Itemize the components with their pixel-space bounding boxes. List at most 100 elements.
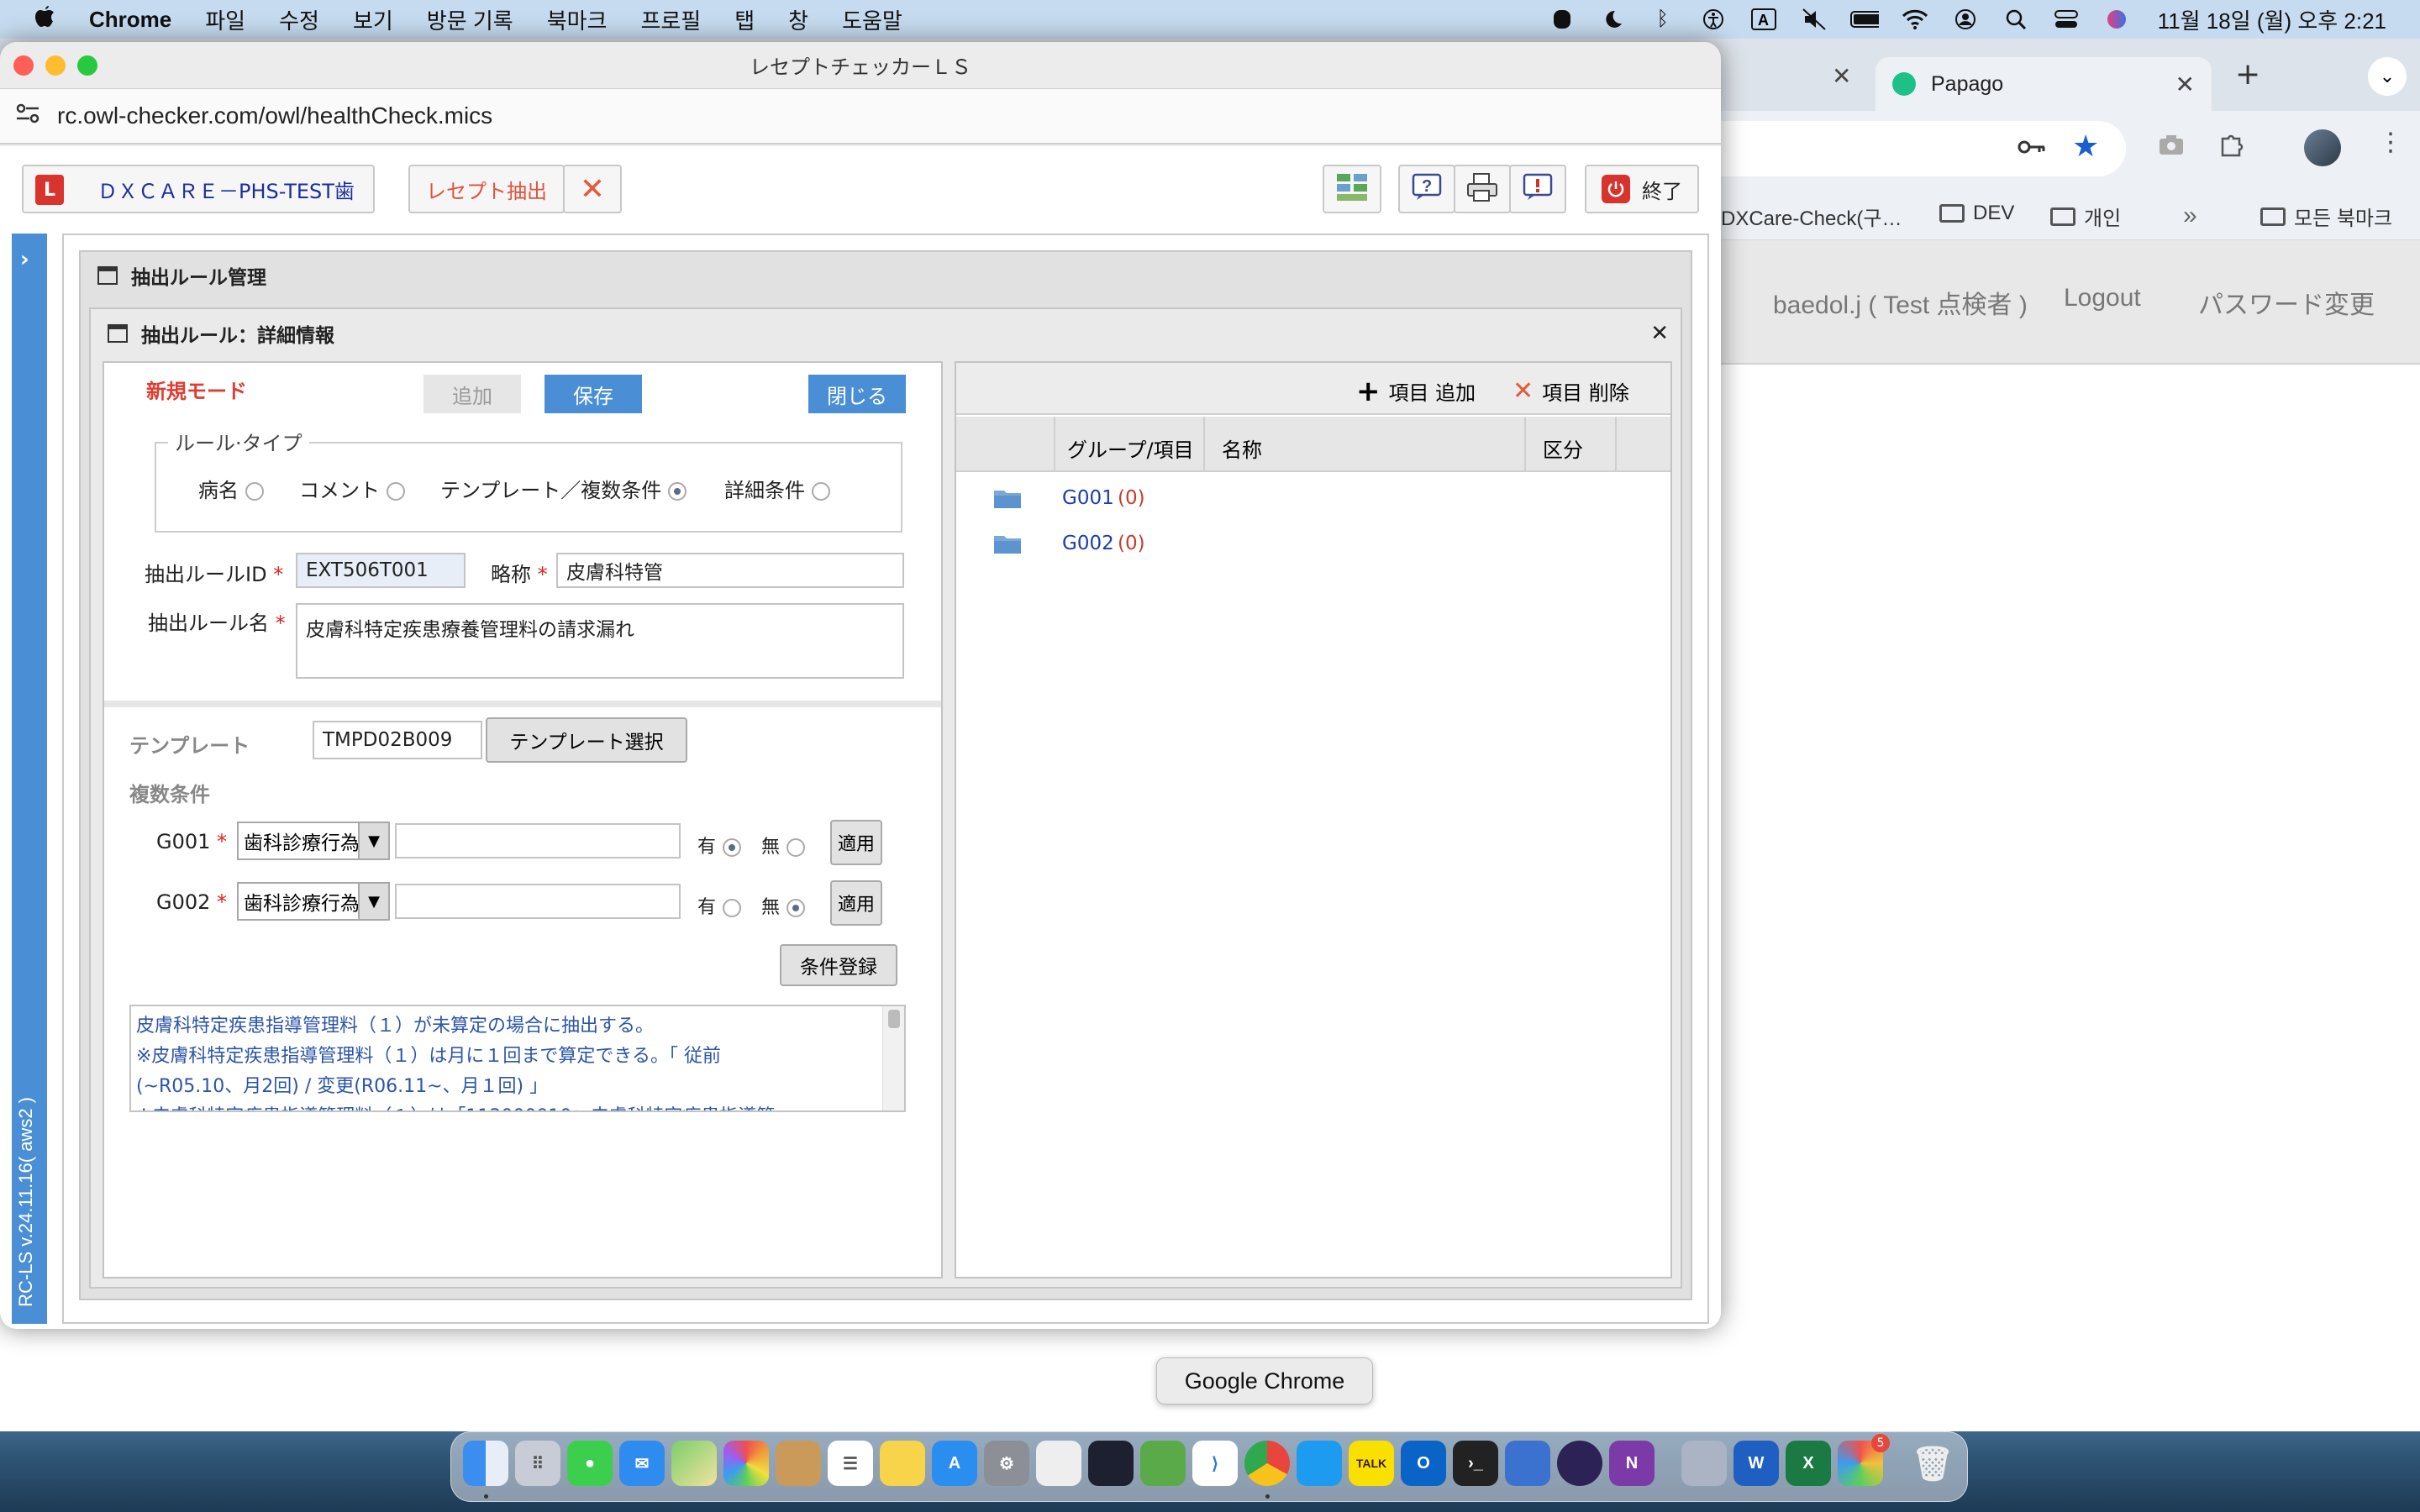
vpn-icon[interactable] [1036, 1441, 1081, 1486]
table-row[interactable]: G001 (0) [956, 475, 1670, 519]
column-header-group[interactable]: グループ/項目 [1067, 433, 1202, 463]
tab-close-icon[interactable]: ✕ [1832, 62, 1851, 90]
condition-g001-select[interactable]: 歯科診療行為 ▼ [237, 822, 390, 860]
contacts-icon[interactable] [776, 1441, 821, 1486]
close-button[interactable]: 閉じる [808, 375, 906, 413]
siri-icon[interactable] [2102, 7, 2131, 32]
sidebar-expand-icon[interactable]: › [20, 247, 29, 272]
description-box[interactable]: 皮膚科特定疾患指導管理料（１）が未算定の場合に抽出する。 ※皮膚科特定疾患指導管… [129, 1005, 906, 1112]
condition-g002-apply-button[interactable]: 適用 [830, 880, 882, 926]
rule-type-disease[interactable]: 病名 [198, 474, 264, 503]
chrome-menu-icon[interactable]: ⋮ [2378, 128, 2403, 157]
bluetooth-icon[interactable]: ᛒ [1649, 7, 1677, 32]
receipt-extract-cancel-button[interactable]: ✕ [563, 165, 622, 213]
all-bookmarks[interactable]: 모든 북마크 [2260, 202, 2392, 231]
preview-icon[interactable] [1681, 1441, 1727, 1486]
group-id[interactable]: G002 [1062, 533, 1114, 554]
word-icon[interactable]: W [1733, 1441, 1779, 1486]
hospital-button[interactable]: L ＤＸＣＡＲＥ－PHS-TEST歯 [22, 165, 375, 213]
layout-settings-button[interactable] [1323, 165, 1381, 213]
logout-link[interactable]: Logout [2064, 284, 2141, 312]
radio-icon[interactable] [723, 899, 742, 917]
column-header-name[interactable]: 名称 [1222, 433, 1262, 463]
table-row[interactable]: G002 (0) [956, 521, 1670, 564]
rule-type-template[interactable]: テンプレート／複数条件 [440, 474, 687, 503]
input-source-icon[interactable]: A [1749, 7, 1778, 32]
tab-search-icon[interactable]: ⌄ [2368, 57, 2407, 96]
menu-help[interactable]: 도움말 [842, 4, 902, 35]
user-account-icon[interactable] [1951, 7, 1980, 32]
chevron-down-icon[interactable]: ▼ [358, 823, 388, 858]
password-change-link[interactable]: パスワード変更 [2198, 284, 2375, 321]
bookmark-dev[interactable]: DEV [1939, 202, 2014, 225]
condition-g001-no[interactable]: 無 [761, 832, 806, 858]
extensions-icon[interactable] [2218, 131, 2245, 161]
apple-menu-icon[interactable] [34, 3, 62, 35]
menu-bookmarks[interactable]: 북마크 [547, 4, 608, 35]
condition-g002-input[interactable] [395, 884, 681, 919]
vscode-icon[interactable]: ⟩ [1192, 1441, 1238, 1486]
radio-selected-icon[interactable] [723, 838, 742, 857]
kakaotalk-icon[interactable]: TALK [1349, 1441, 1394, 1486]
condition-g002-select[interactable]: 歯科診療行為 ▼ [237, 882, 390, 921]
scrollbar-thumb[interactable] [888, 1010, 900, 1028]
new-tab-icon[interactable]: + [2235, 57, 2260, 92]
radio-icon[interactable] [812, 482, 830, 501]
profile-avatar[interactable] [2304, 129, 2341, 166]
maps-icon[interactable] [671, 1441, 717, 1486]
menu-profiles[interactable]: 프로필 [640, 4, 701, 35]
battery-icon[interactable] [1849, 7, 1879, 32]
excel-icon[interactable]: X [1786, 1441, 1831, 1486]
accessibility-icon[interactable] [1699, 7, 1728, 32]
panel-close-icon[interactable]: ✕ [1650, 321, 1669, 346]
help-button[interactable]: ? [1398, 165, 1455, 213]
menu-edit[interactable]: 수정 [279, 4, 319, 35]
collapsed-sidebar[interactable]: › RC-LS v.24.11.16( aws2 ) [12, 234, 47, 1324]
print-button[interactable] [1454, 165, 1511, 213]
template-select-button[interactable]: テンプレート選択 [486, 717, 687, 763]
condition-g002-no[interactable]: 無 [761, 892, 806, 919]
radio-selected-icon[interactable] [786, 899, 806, 917]
trash-icon[interactable]: 🗑 [1910, 1441, 1955, 1486]
rule-id-field[interactable]: EXT506T001 [296, 553, 466, 588]
exit-button[interactable]: 終了 [1585, 165, 1699, 213]
group-id[interactable]: G001 [1062, 487, 1114, 509]
minimize-window-button[interactable] [45, 55, 66, 76]
twitter-icon[interactable] [1297, 1441, 1342, 1486]
wifi-icon[interactable] [1901, 7, 1929, 32]
menu-app-name[interactable]: Chrome [89, 7, 171, 33]
condition-g001-apply-button[interactable]: 適用 [830, 820, 882, 865]
description-scrollbar[interactable] [882, 1006, 904, 1110]
window-url[interactable]: rc.owl-checker.com/owl/healthCheck.mics [57, 102, 492, 129]
mute-icon[interactable] [1800, 7, 1828, 32]
add-item-button[interactable]: + 項目 追加 [1356, 376, 1476, 406]
column-header-category[interactable]: 区分 [1543, 433, 1583, 463]
menu-window[interactable]: 창 [788, 4, 808, 35]
notes-icon[interactable] [880, 1441, 925, 1486]
bookmark-dxcare[interactable]: DXCare-Check(구… [1721, 202, 1902, 231]
keyboard-shield-icon[interactable] [1548, 7, 1576, 32]
chevron-down-icon[interactable]: ▼ [358, 884, 388, 919]
site-settings-icon[interactable] [15, 102, 40, 130]
eclipse-icon[interactable] [1557, 1441, 1602, 1486]
onenote-icon[interactable]: N [1609, 1441, 1655, 1486]
mail-icon[interactable]: ✉ [619, 1441, 665, 1486]
app-store-icon[interactable]: A [932, 1441, 977, 1486]
condition-g001-yes[interactable]: 有 [697, 832, 742, 858]
radio-icon[interactable] [786, 838, 806, 857]
zoom-window-button[interactable] [77, 55, 97, 76]
radio-icon[interactable] [245, 482, 264, 501]
terminal-icon[interactable]: ›_ [1453, 1441, 1498, 1486]
bookmarks-overflow-icon[interactable]: » [2183, 202, 2197, 230]
system-settings-icon[interactable]: ⚙ [984, 1441, 1029, 1486]
abbr-field[interactable]: 皮膚科特管 [556, 553, 904, 588]
menu-tab[interactable]: 탭 [734, 4, 755, 35]
reminders-icon[interactable]: ☰ [828, 1441, 873, 1486]
delete-item-button[interactable]: ✕ 項目 削除 [1512, 376, 1629, 406]
menu-clock[interactable]: 11월 18일 (월) 오후 2:21 [2158, 4, 2386, 35]
template-field[interactable]: TMPD02B009 [313, 721, 482, 759]
bookmark-star-icon[interactable]: ★ [2072, 129, 2099, 164]
radio-icon[interactable] [387, 482, 405, 501]
menu-file[interactable]: 파일 [205, 4, 245, 35]
menu-history[interactable]: 방문 기록 [427, 4, 513, 35]
